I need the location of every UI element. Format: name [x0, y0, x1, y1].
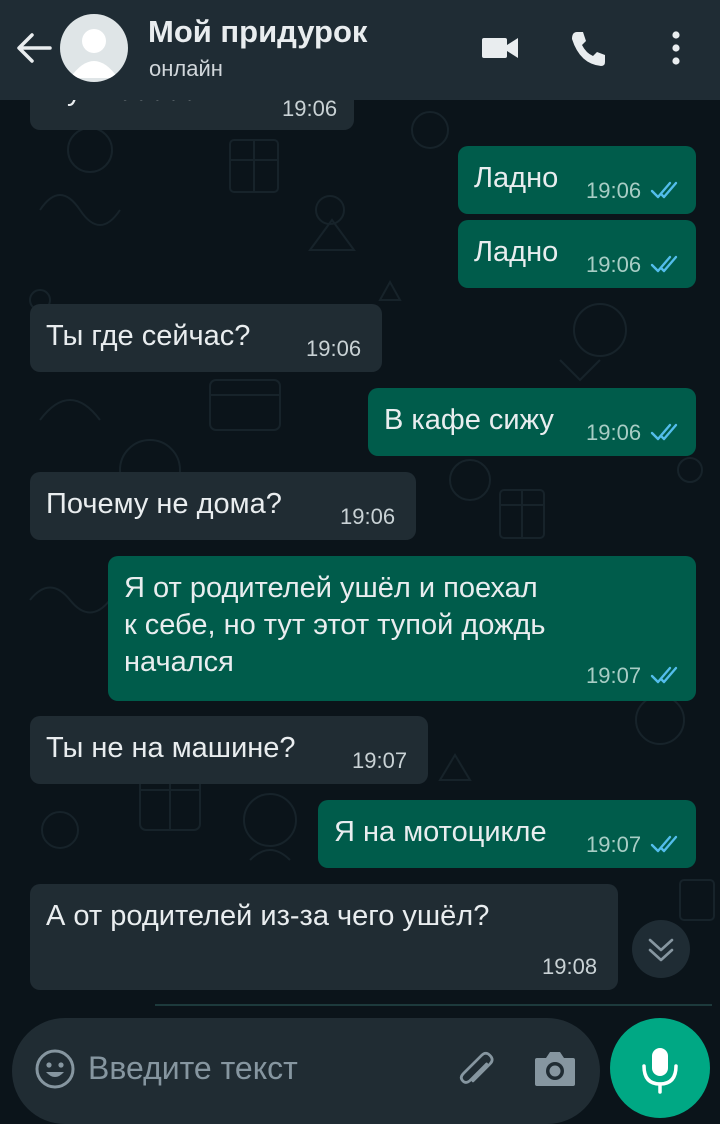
double-check-icon [650, 666, 678, 684]
scroll-to-bottom-button[interactable] [632, 920, 690, 978]
message-text: Ладно [474, 236, 559, 268]
message-time: 19:07 [352, 748, 408, 773]
message-text: А от родителей из-за чего ушёл? [46, 900, 490, 932]
message-text-line: Я от родителей ушёл и поехал [124, 572, 538, 604]
chat-header: Мой придурок онлайн [0, 0, 720, 100]
double-check-icon [650, 255, 678, 273]
emoji-icon[interactable] [34, 1048, 76, 1090]
message-list[interactable]: Ну хвааааати 19:06 Ладно 19:06 Ладно 19:… [0, 0, 720, 1108]
message-incoming[interactable]: А от родителей из-за чего ушёл? 19:08 [30, 884, 618, 990]
message-text: Я на мотоцикле [334, 816, 547, 848]
more-vertical-icon[interactable] [654, 26, 698, 70]
message-text-line: начался [124, 646, 234, 678]
message-text: Ты где сейчас? [46, 320, 251, 352]
back-arrow-icon[interactable] [12, 28, 56, 68]
double-check-icon [650, 835, 678, 853]
paperclip-icon[interactable] [452, 1046, 502, 1094]
message-outgoing[interactable]: Я на мотоцикле 19:07 [318, 800, 696, 868]
camera-icon[interactable] [532, 1046, 578, 1090]
message-input[interactable]: Введите текст [88, 1046, 428, 1090]
message-time: 19:06 [306, 336, 362, 361]
message-outgoing[interactable]: Ладно 19:06 [458, 220, 696, 288]
divider [155, 1004, 712, 1006]
message-incoming[interactable]: Ты не на машине? 19:07 [30, 716, 428, 784]
phone-icon[interactable] [566, 26, 610, 70]
message-composer: Введите текст [12, 1018, 600, 1124]
default-user-icon [70, 29, 118, 78]
message-outgoing[interactable]: Ладно 19:06 [458, 146, 696, 214]
message-time: 19:07 [586, 832, 642, 857]
double-check-icon [650, 423, 678, 441]
message-time: 19:06 [586, 420, 642, 445]
microphone-icon [642, 1048, 678, 1094]
contact-status: онлайн [149, 56, 223, 81]
double-check-icon [650, 181, 678, 199]
message-text: В кафе сижу [384, 404, 554, 436]
message-time: 19:07 [586, 663, 642, 688]
video-camera-icon[interactable] [478, 26, 522, 70]
message-incoming[interactable]: Ты где сейчас? 19:06 [30, 304, 382, 372]
microphone-button[interactable] [610, 1018, 710, 1118]
avatar[interactable] [60, 14, 128, 82]
message-text: Ты не на машине? [46, 732, 296, 764]
message-text-line: к себе, но тут этот тупой дождь [124, 609, 546, 641]
message-time: 19:06 [586, 178, 642, 203]
message-incoming[interactable]: Почему не дома? 19:06 [30, 472, 416, 540]
message-outgoing[interactable]: Я от родителей ушёл и поехал к себе, но … [108, 556, 696, 701]
message-time: 19:06 [586, 252, 642, 277]
message-time: 19:06 [340, 504, 396, 529]
message-outgoing[interactable]: В кафе сижу 19:06 [368, 388, 696, 456]
message-text: Ладно [474, 162, 559, 194]
chevron-double-down-icon [648, 938, 674, 962]
contact-name[interactable]: Мой придурок [148, 14, 367, 50]
message-text: Почему не дома? [46, 488, 282, 520]
message-time: 19:08 [542, 954, 598, 979]
